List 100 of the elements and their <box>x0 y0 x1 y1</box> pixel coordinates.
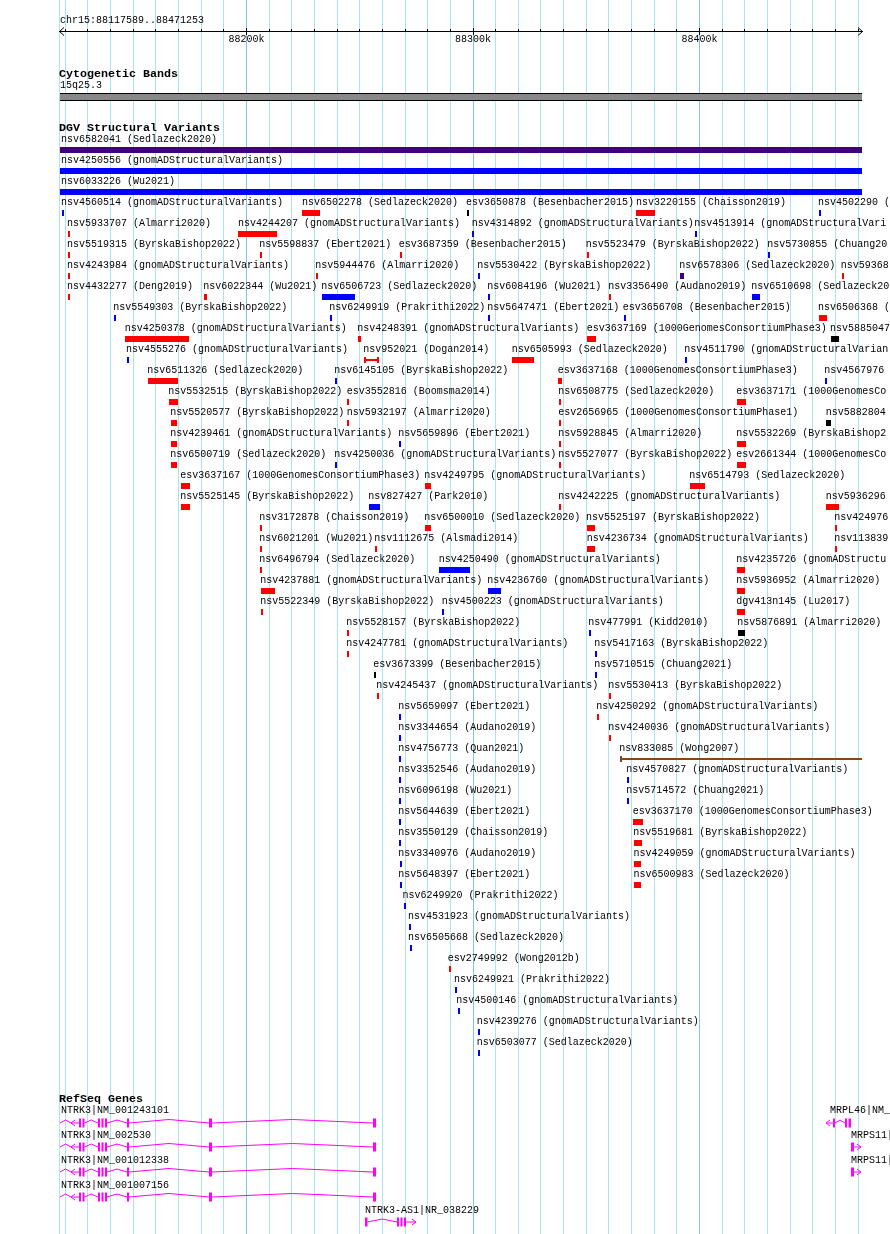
variant-label: nsv5876891 (Almarri2020) <box>737 617 882 629</box>
variant-label: nsv5730855 (Chuang20 <box>767 239 888 251</box>
variant-bar[interactable] <box>623 315 626 321</box>
location-label: chr15:88117589..88471253 <box>60 15 205 27</box>
variant-label: nsv4560514 (gnomADStructuralVariants) <box>61 197 284 209</box>
variant-label: nsv6502278 (Sedlazeck2020) <box>302 197 459 209</box>
gene-model-drawing[interactable] <box>60 1142 376 1153</box>
variant-bar[interactable] <box>399 819 402 825</box>
gene-label: NTRK3|NM_001007156 <box>61 1179 170 1192</box>
variant-label: nsv5598837 (Ebert2021) <box>259 239 392 251</box>
variant-label: nsv5928845 (Almarri2020) <box>558 428 703 440</box>
variant-label: nsv6510698 (Sedlazeck20 <box>751 281 890 293</box>
variant-label: nsv4242225 (gnomADStructuralVariants) <box>558 491 781 503</box>
variant-label: nsv5417163 (ByrskaBishop2022) <box>594 638 769 650</box>
variant-label: nsv4249059 (gnomADStructuralVariants) <box>633 848 856 860</box>
variant-bar[interactable] <box>399 798 402 804</box>
variant-label: nsv6500983 (Sedlazeck2020) <box>633 869 790 881</box>
variant-label: esv3637169 (1000GenomesConsortiumPhase3) <box>586 323 827 335</box>
gene-model-drawing[interactable] <box>826 1117 851 1128</box>
variant-span[interactable] <box>364 357 379 363</box>
variant-label: nsv4314892 (gnomADStructuralVariants) <box>471 218 694 230</box>
gene-model-drawing[interactable] <box>60 1167 376 1178</box>
variant-label: nsv6578306 (Sedlazeck2020) <box>679 260 836 272</box>
variant-bar[interactable] <box>335 378 338 384</box>
variant-label: nsv4250556 (gnomADStructuralVariants) <box>61 155 284 167</box>
variant-label: nsv5519315 (ByrskaBishop2022) <box>67 239 242 251</box>
variant-label: nsv4756773 (Quan2021) <box>398 743 525 755</box>
variant-bar[interactable] <box>768 252 771 258</box>
variant-label: esv3687359 (Besenbacher2015) <box>398 239 567 251</box>
variant-label: nsv5532269 (ByrskaBishop2 <box>736 428 887 440</box>
variant-label: nsv5648397 (Ebert2021) <box>398 869 531 881</box>
variant-bar[interactable] <box>399 861 402 867</box>
variant-label: nsv4244207 (gnomADStructuralVariants) <box>238 218 461 230</box>
gene-label: MRPL46|NM_ <box>830 1105 890 1118</box>
gene-model-drawing[interactable] <box>365 1216 416 1227</box>
variant-bar[interactable] <box>439 567 471 573</box>
variant-label: esv3637167 (1000GenomesConsortiumPhase3) <box>180 470 421 482</box>
variant-bar[interactable] <box>399 735 402 741</box>
variant-label: esv3637171 (1000GenomesCo <box>736 386 887 398</box>
variant-bar[interactable] <box>442 609 445 615</box>
variant-bar[interactable] <box>399 840 402 846</box>
gene-label: NTRK3|NM_001243101 <box>61 1105 170 1118</box>
gene-model-drawing[interactable] <box>851 1167 861 1178</box>
variant-label: nsv4243984 (gnomADStructuralVariants) <box>67 260 290 272</box>
variant-bar[interactable] <box>399 714 402 720</box>
variant-label: dgv413n145 (Lu2017) <box>736 596 851 608</box>
variant-label: nsv59368 <box>840 260 889 272</box>
variant-label: nsv4236734 (gnomADStructuralVariants) <box>586 533 809 545</box>
variant-label: nsv3344654 (Audano2019) <box>398 722 537 734</box>
variant-bar[interactable] <box>595 651 598 657</box>
variant-label: nsv6511326 (Sedlazeck2020) <box>147 365 304 377</box>
variant-label: nsv4570827 (gnomADStructuralVariants) <box>626 764 849 776</box>
variant-label: nsv4511790 (gnomADStructuralVarian <box>684 344 889 356</box>
variant-label: esv3637168 (1000GenomesConsortiumPhase3) <box>557 365 798 377</box>
variant-bar[interactable] <box>399 777 402 783</box>
gene-model-drawing[interactable] <box>851 1142 861 1153</box>
variant-bar[interactable] <box>335 462 338 468</box>
variant-bar[interactable] <box>595 672 598 678</box>
variant-label: nsv5644639 (Ebert2021) <box>398 806 531 818</box>
variant-label: nsv6506368 ( <box>818 302 890 314</box>
variant-label: nsv5532515 (ByrskaBishop2022) <box>168 386 343 398</box>
variant-bar[interactable] <box>61 210 64 216</box>
variant-bar[interactable] <box>403 903 406 909</box>
chromosome-band[interactable] <box>60 93 862 101</box>
variant-label: nsv5936296 <box>825 491 886 503</box>
variant-label: nsv5530413 (ByrskaBishop2022) <box>608 680 783 692</box>
variant-span[interactable] <box>620 756 862 762</box>
variant-label: nsv5932197 (Almarri2020) <box>346 407 491 419</box>
variant-label: nsv5523479 (ByrskaBishop2022) <box>585 239 760 251</box>
gene-label: NTRK3|NM_002530 <box>61 1130 151 1143</box>
variant-label: nsv6084196 (Wu2021) <box>487 281 602 293</box>
variant-label: nsv4250490 (gnomADStructuralVariants) <box>438 554 661 566</box>
variant-label: nsv5530422 (ByrskaBishop2022) <box>477 260 652 272</box>
variant-label: nsv5944476 (Almarri2020) <box>315 260 460 272</box>
variant-label: nsv4248391 (gnomADStructuralVariants) <box>357 323 580 335</box>
variant-label: nsv5549303 (ByrskaBishop2022) <box>113 302 288 314</box>
variant-bar[interactable] <box>457 1008 460 1014</box>
variant-label: nsv4236760 (gnomADStructuralVariants) <box>487 575 710 587</box>
variant-label: nsv4249795 (gnomADStructuralVariants) <box>424 470 647 482</box>
tick-label: 88400k <box>681 34 718 46</box>
variant-bar[interactable] <box>478 273 481 279</box>
variant-label: nsv5933707 (Almarri2020) <box>67 218 212 230</box>
variant-label: nsv5882804 <box>825 407 886 419</box>
variant-label: nsv5936952 (Almarri2020) <box>736 575 881 587</box>
variant-label: nsv6033226 (Wu2021) <box>61 176 176 188</box>
tick-label: 88300k <box>455 34 491 46</box>
variant-label: nsv6500010 (Sedlazeck2020) <box>424 512 581 524</box>
variant-label: esv3673399 (Besenbacher2015) <box>373 659 542 671</box>
gene-model-drawing[interactable] <box>60 1191 376 1202</box>
variant-label: nsv4240036 (gnomADStructuralVariants) <box>608 722 831 734</box>
variant-bar[interactable] <box>589 630 592 636</box>
variant-label: nsv6096198 (Wu2021) <box>398 785 513 797</box>
variant-bar[interactable] <box>409 945 412 951</box>
tick-label: 88200k <box>228 34 265 46</box>
track-title: RefSeq Genes <box>59 1092 143 1106</box>
variant-bar[interactable] <box>374 672 377 678</box>
variant-bar[interactable] <box>399 756 402 762</box>
gene-model-drawing[interactable] <box>60 1117 376 1128</box>
variant-bar[interactable] <box>399 441 402 447</box>
variant-label: nsv952021 (Dogan2014) <box>363 344 490 356</box>
